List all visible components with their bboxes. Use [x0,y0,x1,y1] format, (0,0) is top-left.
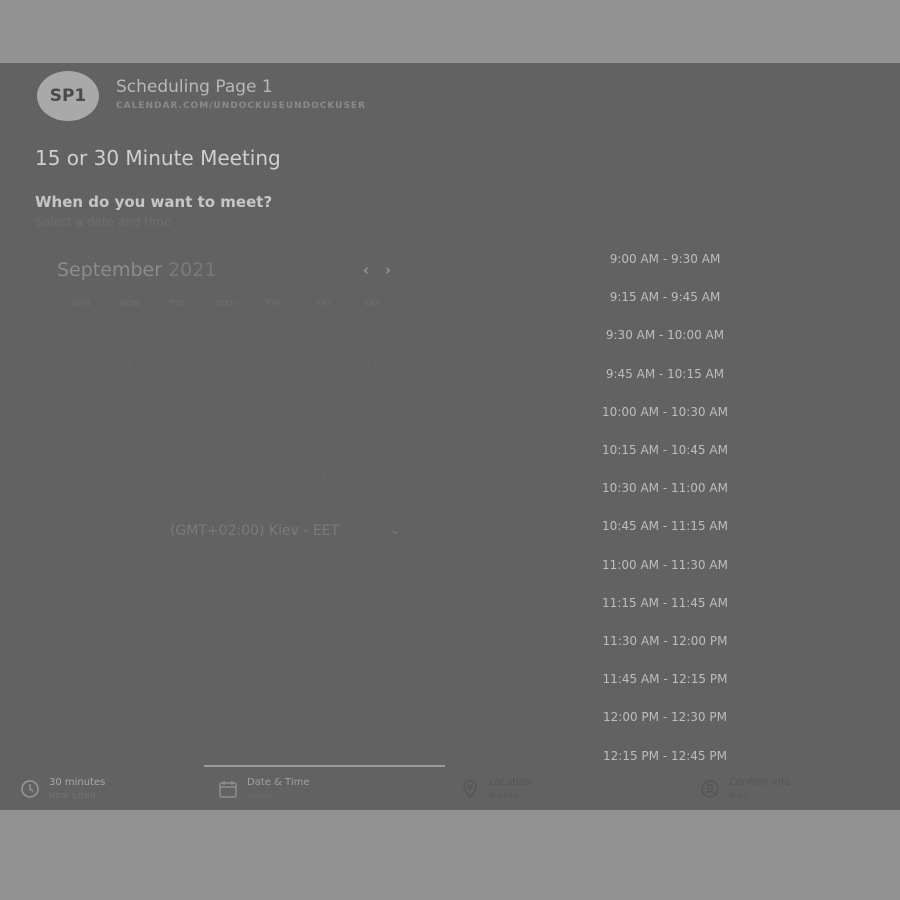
calendar-day[interactable]: 20 [106,432,155,469]
calendar-week-row: 5 6 7 8 9 10 11 [57,358,397,395]
calendar-day[interactable]: 30 [251,469,300,506]
time-slot-button[interactable]: 10:15 AM - 10:45 AM [590,431,740,469]
calendar-day[interactable]: 31 [154,321,203,358]
calendar-day[interactable]: 26 [57,469,106,506]
weekday-label: TUE [169,299,187,308]
step-sub: WHERE [489,792,520,800]
step-label: Location [489,777,532,788]
page-url: CALENDAR.COM/UNDOCKUSEUNDOCKUSER [116,101,367,111]
step-label: Confirm Info [729,777,791,788]
avatar: SP1 [37,71,99,121]
time-slot-button[interactable]: 11:00 AM - 11:30 AM [590,546,740,584]
calendar-day[interactable]: 29 [57,321,106,358]
calendar-day[interactable]: 2 [251,321,300,358]
calendar-day[interactable]: 6 [106,358,155,395]
calendar-day[interactable]: 3 [300,321,349,358]
calendar-day[interactable]: 18 [348,395,397,432]
calendar-day[interactable]: 10 [300,358,349,395]
time-slot-button[interactable]: 11:15 AM - 11:45 AM [590,584,740,622]
time-slot-button[interactable]: 10:00 AM - 10:30 AM [590,393,740,431]
step-label: Date & Time [247,777,310,788]
calendar-week-row: 29 30 31 1 2 3 4 [57,321,397,358]
calendar-day[interactable]: 12 [57,395,106,432]
steps-bar: 30 minutes HOW LONG Date & Time WHEN Loc… [0,763,900,810]
chevron-left-icon[interactable]: ‹ [363,261,369,279]
page-title: Scheduling Page 1 [116,77,273,97]
calendar-day[interactable]: 23 [251,432,300,469]
calendar-weekday-header: SUN MON TUE WED THU FRI SAT [57,299,397,308]
calendar-month-label: September 2021 [57,259,216,281]
step-label: 30 minutes [49,777,106,788]
calendar-icon [219,781,237,798]
meeting-title: 15 or 30 Minute Meeting [35,146,281,170]
calendar-day[interactable]: 24 [300,432,349,469]
time-slot-button[interactable]: 9:30 AM - 10:00 AM [590,316,740,354]
meeting-question: When do you want to meet? [35,193,273,211]
calendar-day[interactable]: 19 [57,432,106,469]
weekday-label: SUN [72,299,91,308]
step-sub: WHO [729,792,750,800]
weekday-label: MON [119,299,141,308]
time-slot-button[interactable]: 11:45 AM - 12:15 PM [590,660,740,698]
weekday-label: FRI [316,299,331,308]
calendar-day[interactable]: 22 [203,432,252,469]
chevron-right-icon[interactable]: › [385,261,391,279]
calendar-day[interactable]: 5 [57,358,106,395]
calendar-day[interactable]: 1 [300,469,349,506]
calendar-day[interactable]: 7 [154,358,203,395]
time-slot-button[interactable]: 9:45 AM - 10:15 AM [590,355,740,393]
meeting-question-sub: Select a date and time [35,215,172,229]
calendar-grid: 29 30 31 1 2 3 4 5 6 7 8 9 10 11 12 13 14 15 16 17 18 19 20 21 2… [57,321,397,506]
time-slot-button[interactable]: 11:30 AM - 12:00 PM [590,622,740,660]
step-sub: WHEN [247,792,273,800]
clock-icon [21,780,39,798]
calendar-week-row: 12 13 14 15 16 17 18 [57,395,397,432]
calendar-day[interactable]: 14 [154,395,203,432]
calendar-week-row: 26 27 28 29 30 1 2 [57,469,397,506]
calendar-year: 2021 [168,259,217,281]
person-icon [701,780,719,798]
time-slot-button[interactable]: 9:00 AM - 9:30 AM [590,240,740,278]
time-slot-button[interactable]: 9:15 AM - 9:45 AM [590,278,740,316]
time-slot-button[interactable]: 10:30 AM - 11:00 AM [590,469,740,507]
calendar-week-row: 19 20 21 22 23 24 25 [57,432,397,469]
calendar-day[interactable]: 16 [251,395,300,432]
calendar-day[interactable]: 4 [348,321,397,358]
time-slot-button[interactable]: 12:00 PM - 12:30 PM [590,698,740,736]
calendar-day[interactable]: 28 [154,469,203,506]
calendar-day[interactable]: 13 [106,395,155,432]
chevron-down-icon[interactable]: ⌄ [390,523,401,538]
calendar-day[interactable]: 25 [348,432,397,469]
active-step-indicator [204,765,445,767]
calendar-day[interactable]: 11 [348,358,397,395]
calendar-day[interactable]: 27 [106,469,155,506]
calendar-day[interactable]: 9 [251,358,300,395]
step-sub: HOW LONG [49,792,97,800]
calendar-day[interactable]: 17 [300,395,349,432]
time-slot-button[interactable]: 10:45 AM - 11:15 AM [590,507,740,545]
weekday-label: WED [216,299,238,308]
weekday-label: THU [266,299,285,308]
calendar-day[interactable]: 2 [348,469,397,506]
weekday-label: SAT [364,299,381,308]
calendar-day[interactable]: 21 [154,432,203,469]
calendar-month: September [57,259,163,281]
calendar-day[interactable]: 30 [106,321,155,358]
calendar-day[interactable]: 15 [203,395,252,432]
location-pin-icon [463,780,477,799]
time-slot-list: 9:00 AM - 9:30 AM 9:15 AM - 9:45 AM 9:30 A… [590,240,740,775]
calendar-day[interactable]: 1 [203,321,252,358]
timezone-select[interactable]: (GMT+02:00) Kiev - EET [170,523,339,539]
calendar-day[interactable]: 8 [203,358,252,395]
calendar-day[interactable]: 29 [203,469,252,506]
scheduling-panel: SP1 Scheduling Page 1 CALENDAR.COM/UNDOC… [0,63,900,810]
